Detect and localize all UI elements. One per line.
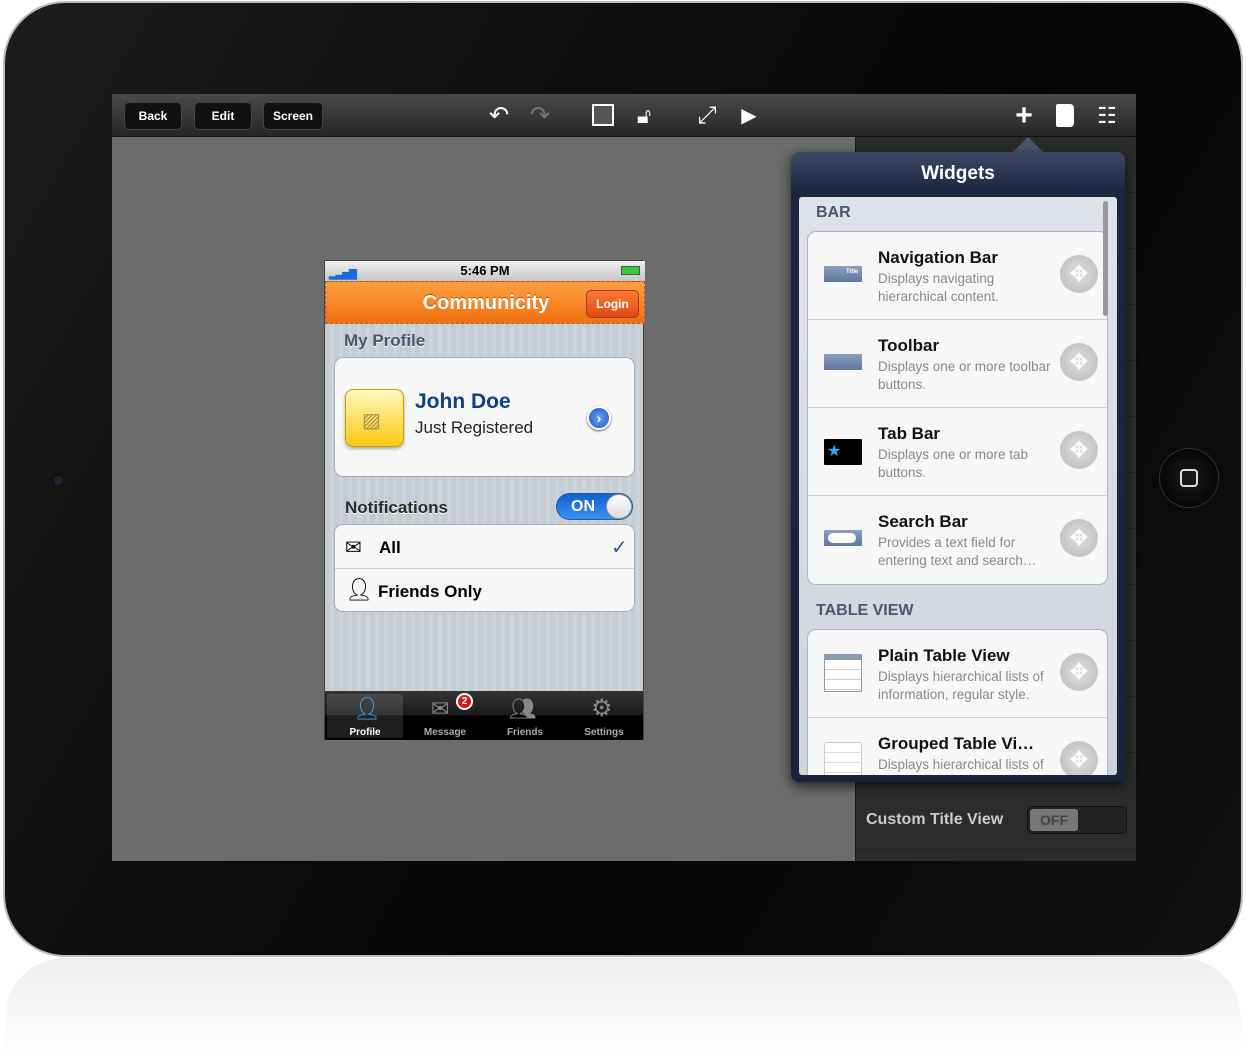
message-badge: 2 — [456, 693, 473, 710]
my-profile-header: My Profile — [344, 331, 426, 350]
widget-desc: Displays navigating hierarchical content… — [878, 271, 999, 304]
widget-plain-table-view[interactable]: Plain Table View Displays hierarchical l… — [808, 630, 1107, 718]
popover-title: Widgets — [921, 163, 995, 184]
move-handle-icon[interactable]: ✥ — [1060, 653, 1098, 691]
notifications-label: Notifications — [345, 498, 448, 517]
tab-friends[interactable]: 👥︎ Friends — [485, 694, 565, 738]
bar-widgets-group: Title Navigation Bar Displays navigating… — [807, 231, 1108, 585]
custom-title-view-label: Custom Title View — [866, 811, 1004, 828]
option-label: All — [379, 538, 401, 557]
add-icon[interactable]: + — [1009, 101, 1039, 131]
tab-bar-icon: ★ — [824, 439, 862, 465]
edit-button[interactable]: Edit — [194, 102, 252, 130]
widget-toolbar[interactable]: Toolbar Displays one or more toolbar but… — [808, 320, 1107, 408]
friends-icon: 👥︎ — [509, 696, 537, 721]
widget-name: Search Bar — [878, 512, 968, 531]
toggle-knob — [606, 494, 632, 519]
unlock-icon[interactable]: 🔓︎ — [629, 102, 659, 130]
move-handle-icon[interactable]: ✥ — [1060, 343, 1098, 381]
checkmark-icon: ✓ — [611, 537, 628, 559]
back-button[interactable]: Back — [124, 102, 182, 130]
play-icon[interactable]: ▶ — [734, 102, 764, 130]
widget-grouped-table-view[interactable]: Grouped Table Vi… Displays hierarchical … — [808, 718, 1107, 775]
widget-name: Tab Bar — [878, 424, 941, 443]
custom-title-view-toggle[interactable]: OFF — [1027, 806, 1127, 834]
tab-bar: 👤︎ Profile ✉ 2 Message 👥︎ Friends ⚙ Sett… — [325, 691, 643, 740]
option-all[interactable]: ✉ All ✓ — [335, 525, 634, 569]
widget-search-bar[interactable]: Search Bar Provides a text field for ent… — [808, 496, 1107, 584]
screen-button[interactable]: Screen — [263, 102, 323, 130]
search-bar-icon — [824, 530, 862, 546]
notification-options: ✉ All ✓ 👤︎ Friends Only — [334, 524, 635, 612]
image-icon: ▨ — [362, 410, 381, 432]
person-icon: 👤︎ — [345, 577, 373, 602]
home-button[interactable] — [1160, 449, 1218, 507]
widget-name: Navigation Bar — [878, 248, 998, 267]
profile-card[interactable]: ▨ John Doe Just Registered › — [334, 357, 635, 477]
profile-subtitle: Just Registered — [415, 418, 534, 437]
phone-mockup[interactable]: ▂▃▅▇ 5:46 PM Communicity Login My Profil… — [324, 260, 645, 740]
tab-label: Profile — [349, 727, 381, 738]
book-icon[interactable] — [1056, 104, 1074, 127]
tab-settings[interactable]: ⚙ Settings — [565, 694, 643, 738]
gear-icon: ⚙ — [591, 695, 613, 722]
notifications-toggle[interactable]: ON — [556, 493, 633, 520]
device-reflection — [5, 958, 1241, 1056]
battery-icon — [621, 266, 640, 275]
move-handle-icon[interactable]: ✥ — [1060, 431, 1098, 469]
profile-name: John Doe — [415, 390, 511, 413]
home-icon — [1180, 469, 1198, 487]
widget-navigation-bar[interactable]: Title Navigation Bar Displays navigating… — [808, 232, 1107, 320]
section-header-bar: BAR — [816, 204, 851, 221]
login-button[interactable]: Login — [586, 290, 639, 318]
toggle-label: ON — [571, 498, 595, 515]
table-view-widgets-group: Plain Table View Displays hierarchical l… — [807, 629, 1108, 775]
widget-name: Plain Table View — [878, 646, 1010, 665]
status-bar: ▂▃▅▇ 5:46 PM — [325, 261, 645, 281]
sliders-icon[interactable]: ☷ — [1092, 102, 1122, 130]
disclosure-chevron-icon[interactable]: › — [587, 406, 611, 430]
plain-table-icon — [824, 654, 862, 692]
widget-name: Toolbar — [878, 336, 940, 355]
widget-desc: Displays one or more toolbar buttons. — [878, 359, 1051, 392]
widget-list: BAR Title Navigation Bar Displays naviga… — [799, 197, 1117, 775]
widget-desc: Provides a text field for entering text … — [878, 535, 1037, 568]
tab-label: Friends — [506, 727, 544, 738]
message-icon: ✉ — [431, 696, 450, 721]
widget-tab-bar[interactable]: ★ Tab Bar Displays one or more tab butto… — [808, 408, 1107, 496]
frame-icon[interactable] — [592, 104, 614, 126]
nav-bar[interactable]: Communicity Login — [325, 281, 645, 324]
fullscreen-icon[interactable]: ⤢ — [692, 102, 722, 130]
move-handle-icon[interactable]: ✥ — [1060, 519, 1098, 557]
profile-icon: 👤︎ — [353, 696, 381, 721]
tab-label: Message — [423, 727, 467, 738]
tab-label: Settings — [584, 727, 624, 738]
widget-name: Grouped Table Vi… — [878, 734, 1035, 753]
icon-title-text: Title — [846, 269, 859, 275]
status-time: 5:46 PM — [460, 263, 510, 278]
grouped-table-icon — [824, 742, 862, 775]
tab-message[interactable]: ✉ 2 Message — [405, 693, 485, 738]
envelope-icon: ✉ — [345, 537, 362, 559]
section-header-table-view: TABLE VIEW — [816, 602, 914, 619]
widget-desc: Displays hierarchical lists of — [878, 757, 1044, 772]
widgets-popover: Widgets BAR Title Navigation Bar Display… — [791, 152, 1125, 782]
option-friends-only[interactable]: 👤︎ Friends Only — [335, 569, 634, 613]
move-handle-icon[interactable]: ✥ — [1060, 741, 1098, 775]
undo-icon[interactable]: ↶ — [484, 102, 514, 130]
toggle-label: OFF — [1030, 809, 1078, 831]
popover-arrow — [1012, 137, 1044, 153]
camera — [54, 476, 63, 485]
navigation-bar-icon: Title — [824, 266, 862, 282]
top-toolbar: Back Edit Screen ↶ ↷ 🔓︎ ⤢ ▶ + ☷ — [112, 94, 1136, 137]
option-label: Friends Only — [378, 582, 482, 601]
tab-profile[interactable]: 👤︎ Profile — [327, 694, 403, 738]
toolbar-icon — [824, 354, 862, 370]
widget-desc: Displays hierarchical lists of informati… — [878, 669, 1044, 702]
redo-icon[interactable]: ↷ — [525, 102, 555, 130]
scrollbar[interactable] — [1103, 201, 1108, 316]
move-handle-icon[interactable]: ✥ — [1060, 255, 1098, 293]
avatar-placeholder: ▨ — [345, 389, 404, 447]
widget-desc: Displays one or more tab buttons. — [878, 447, 1029, 480]
